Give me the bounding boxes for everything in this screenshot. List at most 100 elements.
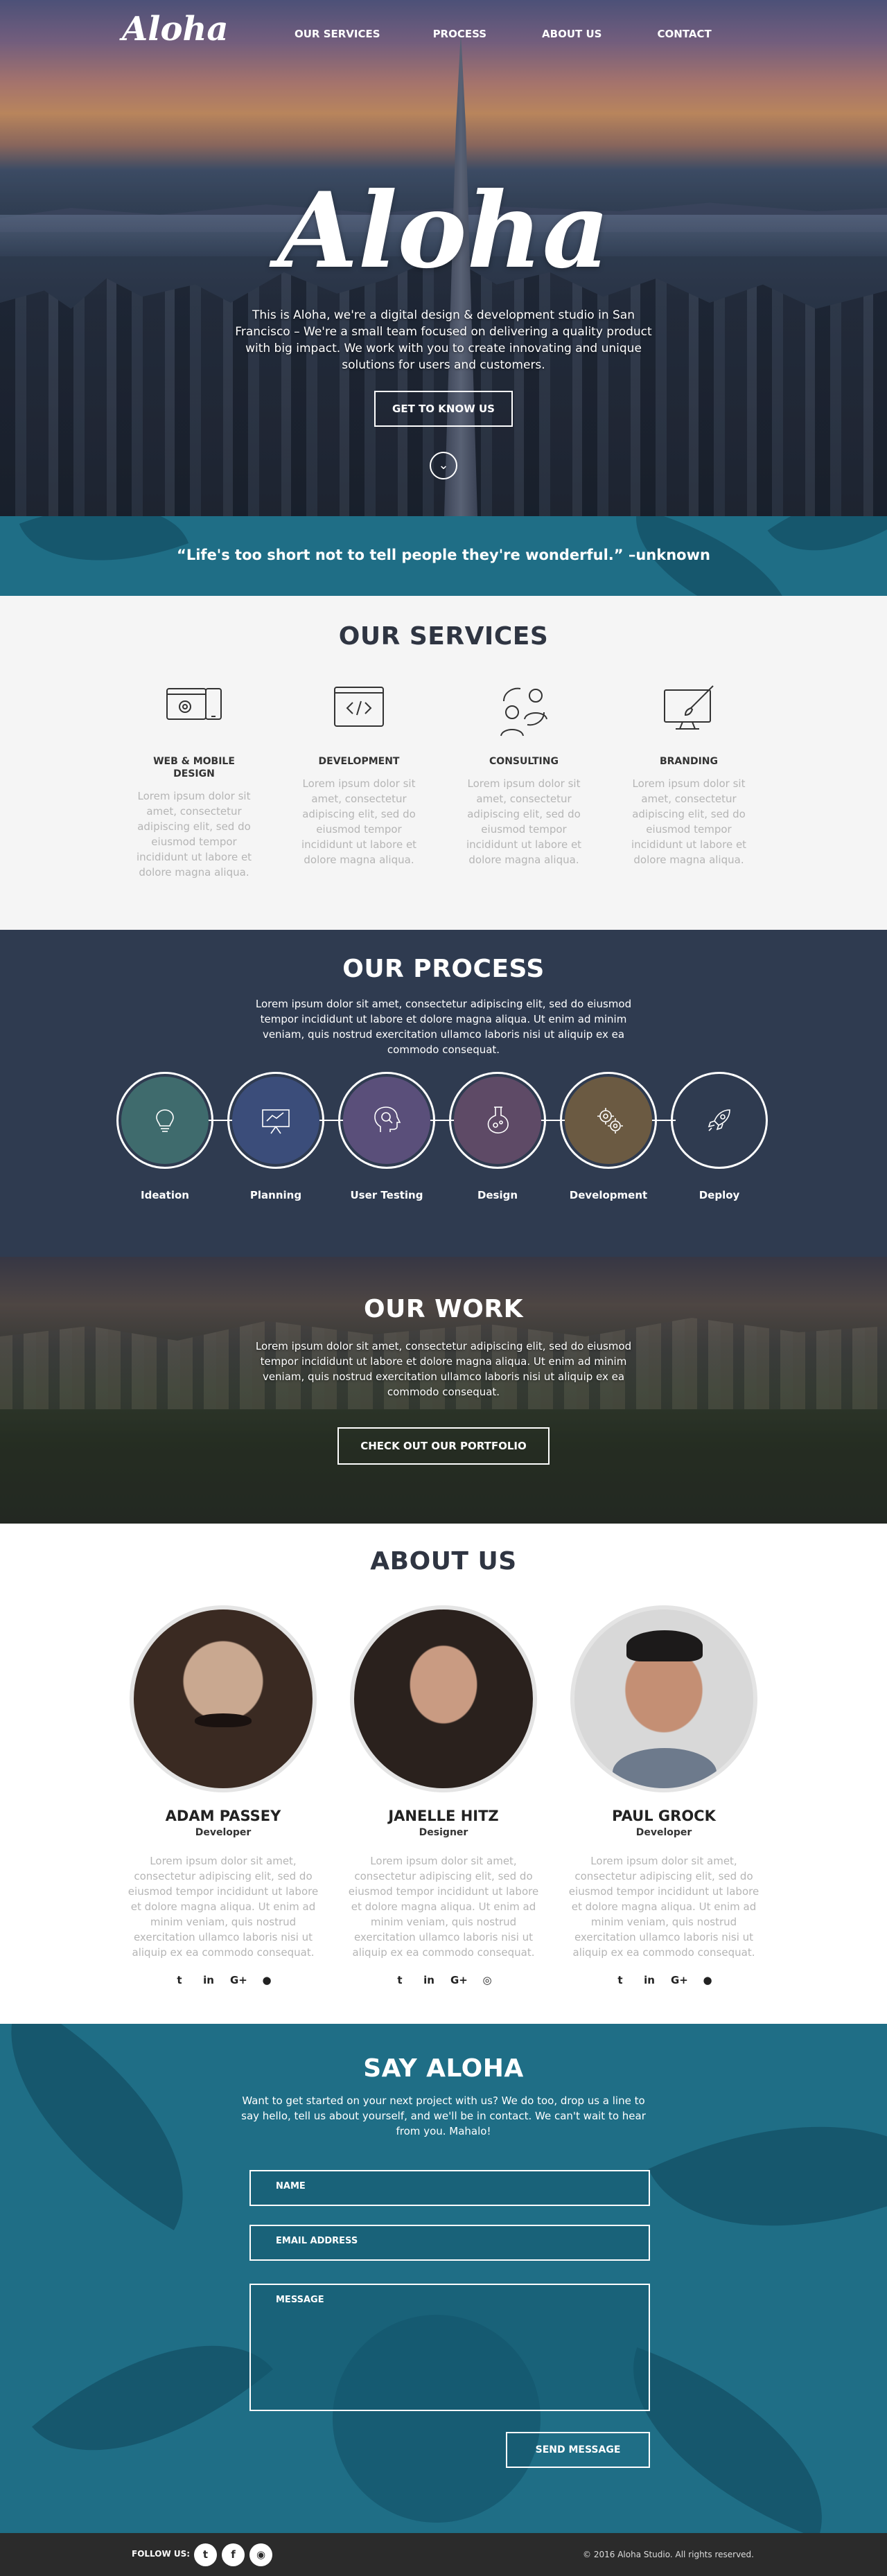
google-plus-icon[interactable]: G+ — [230, 1973, 247, 1988]
google-plus-icon[interactable]: G+ — [671, 1973, 688, 1988]
people-chat-icon — [494, 680, 554, 740]
service-consulting: CONSULTING Lorem ipsum dolor sit amet, c… — [462, 680, 586, 867]
email-field[interactable]: EMAIL ADDRESS — [249, 2225, 650, 2261]
member-bio: Lorem ipsum dolor sit amet, consectetur … — [568, 1855, 759, 1959]
github-icon[interactable]: ● — [259, 1973, 274, 1988]
member-name: ADAM PASSEY — [165, 1808, 281, 1824]
process-section: OUR PROCESS Lorem ipsum dolor sit amet, … — [0, 930, 887, 1257]
main-nav: OUR SERVICES PROCESS ABOUT US CONTACT — [295, 28, 712, 40]
avatar-shirt — [613, 1748, 717, 1788]
process-step-development[interactable] — [560, 1072, 657, 1169]
rocket-icon — [708, 1109, 730, 1131]
chevron-down-icon[interactable]: ⌄ — [430, 452, 457, 479]
follow-us-label: FOLLOW US: — [132, 2549, 191, 2559]
facebook-icon[interactable]: f — [222, 2543, 245, 2566]
member-name: PAUL GROCK — [612, 1808, 716, 1824]
leaf-decoration — [648, 2058, 887, 2295]
twitter-icon[interactable]: t — [613, 1973, 628, 1988]
avatar-hair — [626, 1630, 703, 1661]
twitter-icon[interactable]: t — [194, 2543, 217, 2566]
process-description: Lorem ipsum dolor sit amet, consectetur … — [255, 998, 632, 1056]
team-member: ADAM PASSEY Developer Lorem ipsum dolor … — [126, 1605, 320, 1988]
send-message-button[interactable]: SEND MESSAGE — [506, 2432, 650, 2468]
check-out-portfolio-button[interactable]: CHECK OUT OUR PORTFOLIO — [337, 1427, 550, 1465]
hero-section: Aloha OUR SERVICES PROCESS ABOUT US CONT… — [0, 0, 887, 516]
service-web-mobile: WEB & MOBILE DESIGN Lorem ipsum dolor si… — [132, 680, 256, 880]
twitter-icon[interactable]: t — [172, 1973, 187, 1988]
dribbble-icon[interactable]: ◎ — [480, 1973, 495, 1988]
service-title: BRANDING — [659, 756, 719, 767]
linkedin-icon[interactable]: in — [201, 1973, 216, 1988]
avatar — [130, 1605, 317, 1792]
service-branding: BRANDING Lorem ipsum dolor sit amet, con… — [626, 680, 751, 867]
leaf-decoration — [32, 2284, 273, 2512]
code-window-icon — [329, 680, 389, 740]
process-label: Planning — [249, 1189, 302, 1201]
name-field[interactable]: NAME — [249, 2170, 650, 2206]
devices-gear-icon — [164, 680, 224, 740]
service-text: Lorem ipsum dolor sit amet, consectetur … — [466, 777, 582, 866]
service-title: WEB & MOBILE DESIGN — [153, 756, 235, 779]
member-role: Developer — [635, 1827, 692, 1838]
team-member: JANELLE HITZ Designer Lorem ipsum dolor … — [346, 1605, 541, 1988]
work-section: OUR WORK Lorem ipsum dolor sit amet, con… — [0, 1257, 887, 1524]
member-bio: Lorem ipsum dolor sit amet, consectetur … — [348, 1855, 539, 1959]
member-socials: t in G+ ● — [567, 1973, 761, 1988]
process-label: User Testing — [350, 1189, 423, 1201]
gears-icon — [597, 1108, 623, 1133]
member-role: Designer — [419, 1827, 468, 1838]
nav-our-services[interactable]: OUR SERVICES — [295, 28, 380, 40]
google-plus-icon[interactable]: G+ — [450, 1973, 468, 1988]
process-step-user-testing[interactable] — [338, 1072, 435, 1169]
about-section: ABOUT US ADAM PASSEY Developer Lorem ips… — [0, 1524, 887, 2024]
process-step-design[interactable] — [449, 1072, 546, 1169]
process-step-planning[interactable] — [227, 1072, 324, 1169]
hero-title: Aloha — [277, 170, 610, 292]
process-label: Development — [569, 1189, 648, 1201]
twitter-icon[interactable]: t — [392, 1973, 407, 1988]
footer: FOLLOW US: t f ◉ © 2016 Aloha Studio. Al… — [0, 2533, 887, 2576]
service-text: Lorem ipsum dolor sit amet, consectetur … — [301, 777, 417, 866]
hero-description: This is Aloha, we're a digital design & … — [235, 308, 652, 372]
process-label: Deploy — [699, 1189, 740, 1201]
nav-contact[interactable]: CONTACT — [657, 28, 711, 40]
site-logo[interactable]: Aloha — [122, 10, 229, 48]
quote-banner: “Life's too short not to tell people the… — [0, 516, 887, 596]
message-field[interactable]: MESSAGE — [249, 2284, 650, 2411]
contact-section: SAY ALOHA Want to get started on your ne… — [0, 2024, 887, 2533]
flask-icon — [487, 1106, 509, 1133]
service-title: DEVELOPMENT — [318, 756, 400, 767]
copyright: © 2016 Aloha Studio. All rights reserved… — [583, 2550, 754, 2559]
services-title: OUR SERVICES — [338, 622, 549, 651]
process-label: Ideation — [141, 1189, 189, 1201]
member-name: JANELLE HITZ — [388, 1808, 499, 1824]
linkedin-icon[interactable]: in — [642, 1973, 657, 1988]
instagram-icon[interactable]: ◉ — [249, 2543, 272, 2566]
presentation-board-icon — [262, 1109, 290, 1134]
member-socials: t in G+ ● — [126, 1973, 320, 1988]
get-to-know-us-button[interactable]: GET TO KNOW US — [374, 391, 513, 427]
github-icon[interactable]: ● — [700, 1973, 715, 1988]
service-title: CONSULTING — [489, 756, 559, 767]
about-title: ABOUT US — [370, 1547, 517, 1576]
team-member: PAUL GROCK Developer Lorem ipsum dolor s… — [567, 1605, 761, 1988]
head-search-icon — [374, 1106, 401, 1132]
quote-text: “Life's too short not to tell people the… — [177, 547, 710, 563]
process-title: OUR PROCESS — [342, 955, 545, 983]
process-step-ideation[interactable] — [116, 1072, 213, 1169]
contact-title: SAY ALOHA — [363, 2054, 524, 2083]
member-bio: Lorem ipsum dolor sit amet, consectetur … — [128, 1855, 319, 1959]
nav-about-us[interactable]: ABOUT US — [542, 28, 601, 40]
linkedin-icon[interactable]: in — [421, 1973, 437, 1988]
nav-process[interactable]: PROCESS — [433, 28, 486, 40]
avatar — [350, 1605, 537, 1792]
lightbulb-icon — [156, 1109, 174, 1132]
service-text: Lorem ipsum dolor sit amet, consectetur … — [136, 790, 252, 879]
member-role: Developer — [195, 1827, 252, 1838]
work-description: Lorem ipsum dolor sit amet, consectetur … — [255, 1340, 632, 1398]
service-text: Lorem ipsum dolor sit amet, consectetur … — [631, 777, 747, 866]
process-step-deploy[interactable] — [671, 1072, 768, 1169]
work-title: OUR WORK — [363, 1295, 524, 1323]
monitor-brush-icon — [659, 680, 719, 740]
services-section: OUR SERVICES WEB & MOBILE DESIGN Lorem i… — [0, 596, 887, 930]
